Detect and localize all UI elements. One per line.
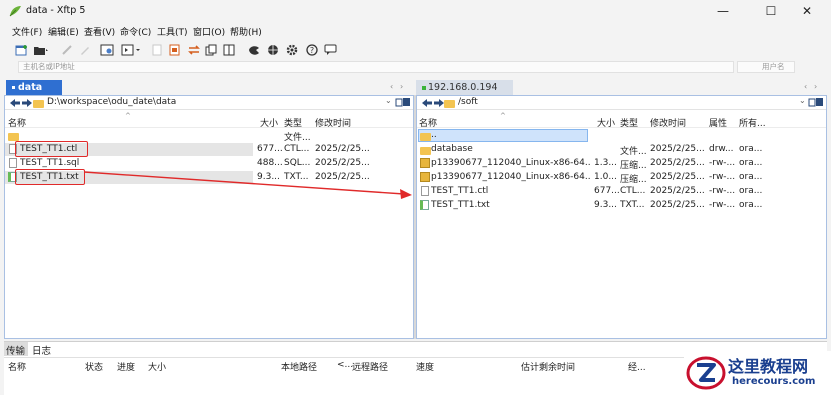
col-elapsed[interactable]: 经...: [628, 360, 646, 373]
col-speed[interactable]: 速度: [416, 360, 434, 373]
col-transfer-progress[interactable]: 进度: [117, 360, 135, 373]
tab-transfer[interactable]: 传输: [6, 343, 25, 357]
col-transfer-size[interactable]: 大小: [148, 360, 166, 373]
annotation-arrow: [83, 171, 412, 199]
col-transfer-name[interactable]: 名称: [8, 360, 26, 373]
watermark-z-icon: [686, 356, 726, 390]
col-direction[interactable]: <...: [337, 360, 353, 370]
col-remaining-time[interactable]: 估计剩余时间: [521, 360, 575, 373]
watermark-logo: 这里教程网 herecours.com: [684, 351, 831, 395]
col-local-path[interactable]: 本地路径: [281, 360, 317, 373]
tab-log[interactable]: 日志: [32, 343, 51, 357]
col-remote-path[interactable]: 远程路径: [352, 360, 388, 373]
watermark-title: 这里教程网: [728, 357, 809, 376]
col-transfer-status[interactable]: 状态: [85, 360, 103, 373]
watermark-url: herecours.com: [732, 376, 816, 387]
